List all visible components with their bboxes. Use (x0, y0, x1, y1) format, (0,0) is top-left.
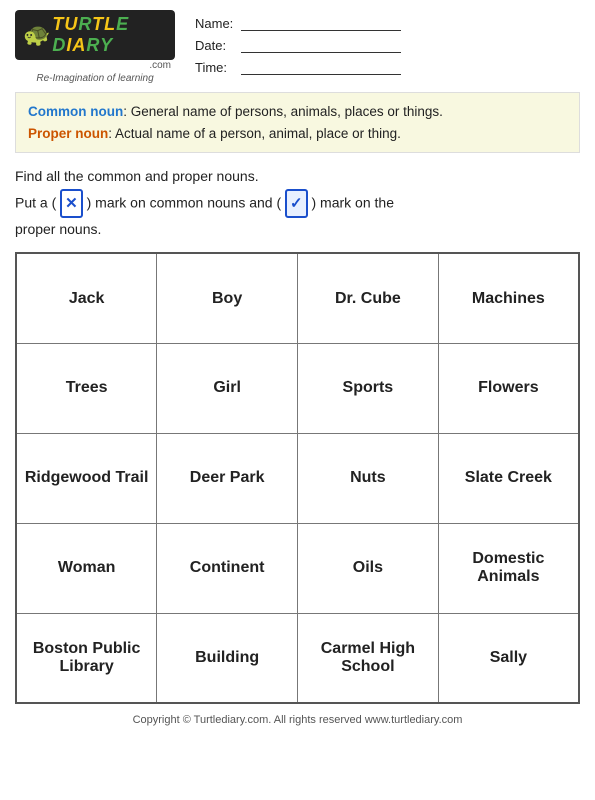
proper-noun-label: Proper noun (28, 126, 108, 141)
logo-text: TURTLE DIARY (52, 14, 167, 56)
table-cell[interactable]: Flowers (438, 343, 579, 433)
x-mark-icon: ✕ (60, 189, 83, 219)
table-cell[interactable]: Carmel High School (298, 613, 439, 703)
proper-noun-text: : Actual name of a person, animal, place… (108, 126, 401, 141)
definition-box: Common noun: General name of persons, an… (15, 92, 580, 153)
table-cell[interactable]: Woman (16, 523, 157, 613)
instruction-line2: Put a ( ✕ ) mark on common nouns and ( ✓… (15, 189, 580, 219)
table-row: WomanContinentOilsDomestic Animals (16, 523, 579, 613)
table-cell[interactable]: Sally (438, 613, 579, 703)
name-input[interactable] (241, 15, 401, 31)
table-cell[interactable]: Sports (298, 343, 439, 433)
table-cell[interactable]: Boston Public Library (16, 613, 157, 703)
logo-tagline: Re-Imagination of learning (36, 73, 153, 84)
table-row: JackBoyDr. CubeMachines (16, 253, 579, 343)
table-cell[interactable]: Girl (157, 343, 298, 433)
table-cell[interactable]: Domestic Animals (438, 523, 579, 613)
time-row: Time: (195, 59, 580, 75)
table-row: TreesGirlSportsFlowers (16, 343, 579, 433)
instruction-line3: proper nouns. (15, 218, 580, 242)
proper-noun-def: Proper noun: Actual name of a person, an… (28, 123, 567, 145)
common-noun-text: : General name of persons, animals, plac… (123, 104, 443, 119)
table-cell[interactable]: Dr. Cube (298, 253, 439, 343)
page: 🐢 TURTLE DIARY .com Re-Imagination of le… (0, 0, 595, 736)
footer: Copyright © Turtlediary.com. All rights … (15, 714, 580, 726)
table-cell[interactable]: Deer Park (157, 433, 298, 523)
table-cell[interactable]: Nuts (298, 433, 439, 523)
table-cell[interactable]: Continent (157, 523, 298, 613)
table-cell[interactable]: Oils (298, 523, 439, 613)
table-cell[interactable]: Slate Creek (438, 433, 579, 523)
name-label: Name: (195, 16, 237, 31)
table-cell[interactable]: Machines (438, 253, 579, 343)
table-row: Boston Public LibraryBuildingCarmel High… (16, 613, 579, 703)
common-noun-def: Common noun: General name of persons, an… (28, 101, 567, 123)
date-row: Date: (195, 37, 580, 53)
table-cell[interactable]: Trees (16, 343, 157, 433)
name-row: Name: (195, 15, 580, 31)
table-cell[interactable]: Jack (16, 253, 157, 343)
time-label: Time: (195, 60, 237, 75)
date-label: Date: (195, 38, 237, 53)
table-row: Ridgewood TrailDeer ParkNutsSlate Creek (16, 433, 579, 523)
table-cell[interactable]: Building (157, 613, 298, 703)
instruction-line1: Find all the common and proper nouns. (15, 165, 580, 189)
logo-com: .com (15, 60, 175, 71)
name-fields: Name: Date: Time: (175, 10, 580, 81)
table-cell[interactable]: Ridgewood Trail (16, 433, 157, 523)
table-cell[interactable]: Boy (157, 253, 298, 343)
noun-table: JackBoyDr. CubeMachinesTreesGirlSportsFl… (15, 252, 580, 704)
check-mark-icon: ✓ (285, 189, 308, 219)
common-noun-label: Common noun (28, 104, 123, 119)
time-input[interactable] (241, 59, 401, 75)
date-input[interactable] (241, 37, 401, 53)
logo-box: 🐢 TURTLE DIARY (15, 10, 175, 60)
logo-area: 🐢 TURTLE DIARY .com Re-Imagination of le… (15, 10, 175, 84)
instructions: Find all the common and proper nouns. Pu… (15, 165, 580, 242)
header: 🐢 TURTLE DIARY .com Re-Imagination of le… (15, 10, 580, 84)
turtle-icon: 🐢 (23, 24, 50, 46)
